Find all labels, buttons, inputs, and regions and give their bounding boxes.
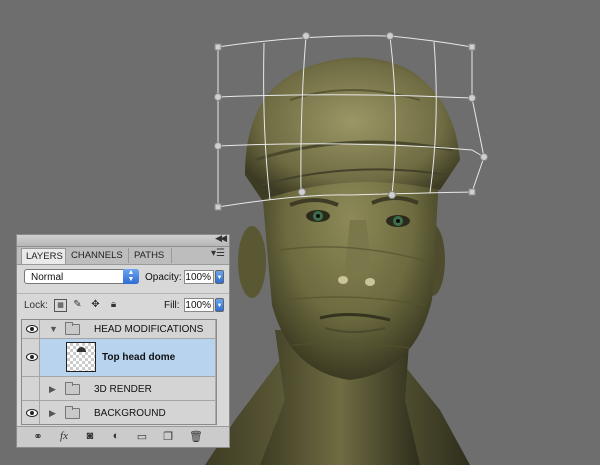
collapsed-triangle-icon[interactable]: ▶ xyxy=(49,408,56,419)
panel-tabs: LAYERS CHANNELS PATHS ▾☰ xyxy=(17,247,229,265)
blend-mode-select[interactable]: Normal ▲ ▼ xyxy=(24,269,139,284)
layer-name: 3D RENDER xyxy=(94,384,152,395)
layers-scrollbar[interactable] xyxy=(215,320,216,424)
lock-brush-icon[interactable]: ✎ xyxy=(72,299,83,310)
fill-field[interactable]: 100% xyxy=(184,298,214,312)
trash-icon[interactable]: 🗑︎ xyxy=(189,430,203,443)
updown-chevron-icon: ▲ ▼ xyxy=(123,269,139,284)
tab-channels[interactable]: CHANNELS xyxy=(67,248,129,263)
visibility-toggle xyxy=(22,377,40,400)
adjustment-icon[interactable]: ◐ xyxy=(109,430,123,442)
visibility-toggle[interactable] xyxy=(22,401,40,424)
panel-footer: ⚭ fx ◙ ◐ ▭ ❐ 🗑︎ xyxy=(17,426,229,447)
fill-dropdown-icon[interactable]: ▼ xyxy=(215,298,224,312)
new-group-icon[interactable]: ▭ xyxy=(135,430,149,443)
collapse-panel-icon[interactable]: ◀◀ xyxy=(215,233,227,244)
layer-group-head-modifications[interactable]: ▼ HEAD MODIFICATIONS xyxy=(22,320,216,339)
layers-panel: ◀◀ LAYERS CHANNELS PATHS ▾☰ Normal ▲ ▼ Op… xyxy=(16,233,230,448)
lock-row: Lock: ▦ ✎ ✥ 🔒︎ Fill: 100% ▼ xyxy=(17,293,229,316)
eye-icon xyxy=(26,353,38,361)
link-icon[interactable]: ⚭ xyxy=(31,430,45,443)
lock-move-icon[interactable]: ✥ xyxy=(90,299,101,310)
dome-thumbnail-icon xyxy=(77,347,86,352)
new-layer-icon[interactable]: ❐ xyxy=(161,430,175,443)
panel-titlebar[interactable]: ◀◀ xyxy=(17,233,229,247)
visibility-toggle[interactable] xyxy=(22,339,40,376)
fill-label: Fill: xyxy=(164,300,180,311)
fx-icon[interactable]: fx xyxy=(57,430,71,442)
layer-name: HEAD MODIFICATIONS xyxy=(94,324,204,335)
tab-paths[interactable]: PATHS xyxy=(130,248,172,263)
lock-label: Lock: xyxy=(24,300,48,311)
lock-transparency-icon[interactable]: ▦ xyxy=(54,299,67,312)
collapsed-triangle-icon[interactable]: ▶ xyxy=(49,384,56,395)
opacity-dropdown-icon[interactable]: ▼ xyxy=(215,270,224,284)
tab-layers[interactable]: LAYERS xyxy=(21,248,66,264)
layer-group-background[interactable]: ▶ BACKGROUND xyxy=(22,401,216,424)
head-render xyxy=(205,57,470,465)
eye-icon xyxy=(26,325,38,333)
layer-thumbnail[interactable] xyxy=(66,342,96,372)
opacity-label: Opacity: xyxy=(145,272,182,283)
mask-icon[interactable]: ◙ xyxy=(83,430,97,442)
layer-top-head-dome[interactable]: Top head dome xyxy=(22,339,216,377)
lock-all-icon[interactable]: 🔒︎ xyxy=(108,299,119,310)
folder-icon xyxy=(65,322,80,335)
opacity-field[interactable]: 100% xyxy=(184,270,214,284)
layers-list: ▼ HEAD MODIFICATIONS Top head dome ▶ 3D … xyxy=(21,319,217,425)
visibility-toggle[interactable] xyxy=(22,320,40,338)
layer-group-3d-render[interactable]: ▶ 3D RENDER xyxy=(22,377,216,401)
panel-menu-icon[interactable]: ▾☰ xyxy=(211,248,225,259)
layer-name: Top head dome xyxy=(102,352,176,363)
layer-name: BACKGROUND xyxy=(94,408,166,419)
blend-mode-value: Normal xyxy=(31,272,64,283)
eye-icon xyxy=(26,409,38,417)
expanded-triangle-icon[interactable]: ▼ xyxy=(49,324,58,334)
folder-icon xyxy=(65,382,80,395)
folder-icon xyxy=(65,406,80,419)
blend-row: Normal ▲ ▼ Opacity: 100% ▼ xyxy=(17,265,229,289)
